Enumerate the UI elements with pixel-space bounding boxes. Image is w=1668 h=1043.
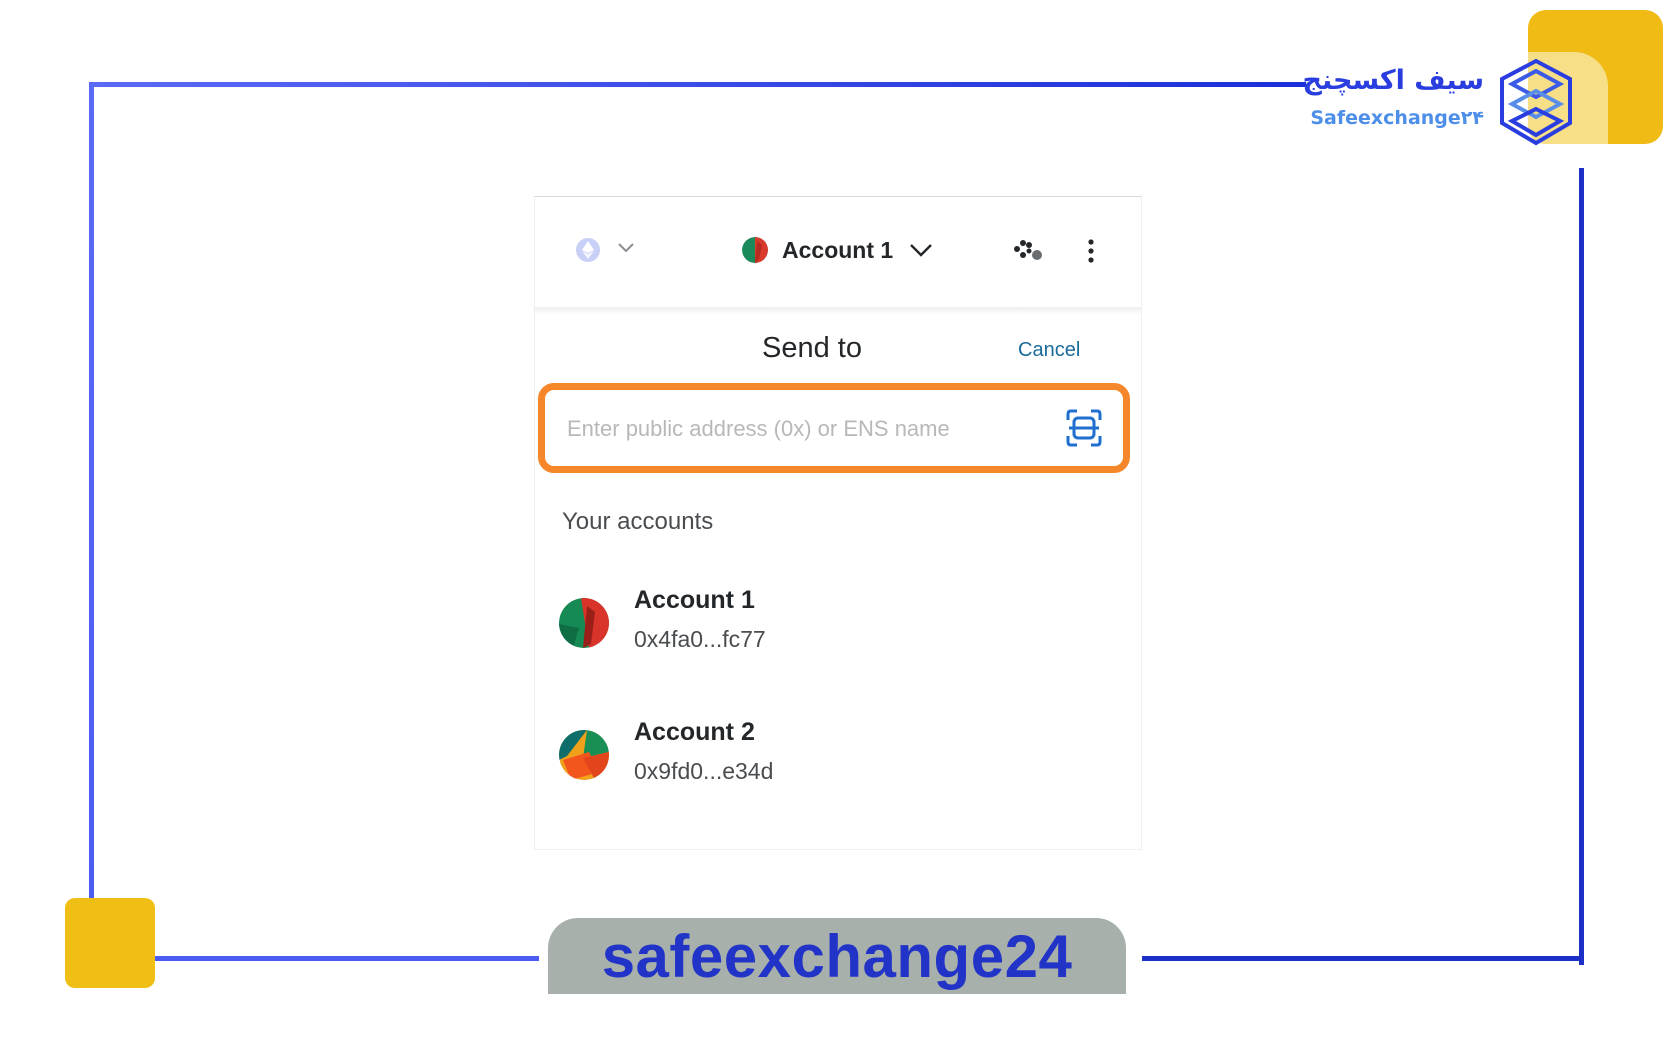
brand-name-en: Safeexchange۲۴ [1310,107,1484,129]
your-accounts-heading: Your accounts [562,508,714,535]
qr-scan-icon[interactable] [1065,408,1103,448]
wallet-header: Account 1 [535,197,1141,307]
brand-banner-text: safeexchange24 [601,922,1073,990]
account-avatar-icon [742,237,768,263]
send-panel: Account 1 Send to Cancel Enter public ad… [534,196,1142,850]
account-list-item[interactable]: Account 2 0x9fd0...e34d [559,718,1119,798]
brand-logo: سیف اکسچنج Safeexchange۲۴ [1303,55,1580,150]
kebab-menu-icon[interactable] [1086,237,1096,265]
account-name: Account 2 [634,718,755,746]
account-avatar-icon [559,730,609,780]
recipient-address-input[interactable] [565,408,1039,450]
account-list-item[interactable]: Account 1 0x4fa0...fc77 [559,586,1119,666]
connected-sites-icon[interactable] [1013,237,1043,265]
cancel-button[interactable]: Cancel [1018,339,1080,362]
account-address: 0x9fd0...e34d [634,758,774,784]
account-name: Account 1 [634,586,755,614]
frame-line-bottom-left [154,956,539,961]
page-title: Send to [762,332,862,364]
account-switcher[interactable]: Account 1 [742,233,933,267]
account-avatar-icon [559,598,609,648]
ethereum-diamond-icon [582,241,594,259]
header-divider [535,307,1141,315]
recipient-address-field [538,383,1130,473]
brand-mark-icon [1500,58,1572,146]
active-account-name: Account 1 [782,236,894,263]
frame-line-bottom-right [1142,956,1584,961]
frame-line-top [89,82,1306,87]
chevron-down-icon[interactable] [617,241,635,255]
account-address: 0x4fa0...fc77 [634,626,766,652]
brand-banner: safeexchange24 [548,918,1126,994]
ethereum-network-icon[interactable] [576,238,600,262]
decor-square-bottom-left [65,898,155,988]
frame-line-right [1579,168,1584,965]
frame-line-left [89,82,94,900]
chevron-down-icon [910,244,933,257]
brand-name-fa: سیف اکسچنج [1302,65,1485,96]
